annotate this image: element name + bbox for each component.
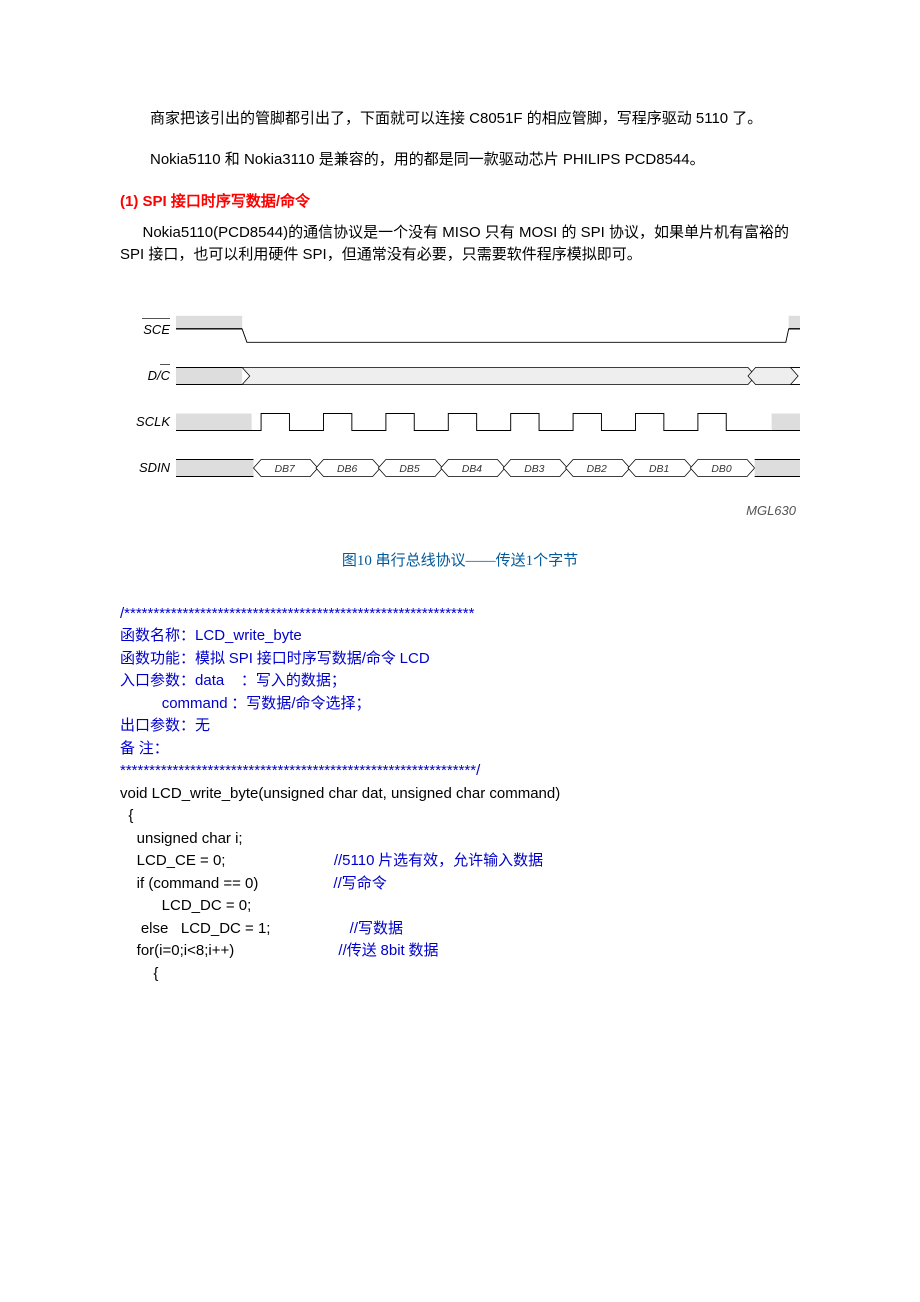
diagram-source-label: MGL630 [120,501,800,521]
code-line: unsigned char i; [120,828,800,851]
t: 写数据 [358,921,403,937]
t: 命令 [366,651,400,667]
t: SPI [229,650,253,667]
label-text: SCLK [136,414,170,429]
paragraph-3: Nokia5110(PCD8544)的通信协议是一个没有 MISO 只有 MOS… [120,222,800,267]
code-line: 入口参数：data ：写入的数据； [120,670,800,693]
t [120,695,162,712]
code-line: LCD_DC = 0; [120,895,800,918]
t: LCD_write_byte [195,627,302,644]
t: 传送 [347,943,381,959]
t: data [195,672,241,689]
signal-row-sclk: SCLK [120,399,800,445]
code-line: if (command == 0) //写命令 [120,873,800,896]
svg-text:DB1: DB1 [649,463,669,474]
signal-row-dc: D/C [120,353,800,399]
t: // [350,920,358,937]
code-line: { [120,805,800,828]
label-text: SDIN [139,460,170,475]
svg-text:DB5: DB5 [399,463,419,474]
paragraph-1: 商家把该引出的管脚都引出了，下面就可以连接 C8051F 的相应管脚，写程序驱动… [120,108,800,131]
comment-open: /***************************************… [120,603,800,626]
t: 入口参数： [120,673,195,689]
timing-diagram: SCE D/C [120,307,800,491]
code-line: LCD_CE = 0; //5110 片选有效，允许输入数据 [120,850,800,873]
t: 接口时序写数据 [253,651,362,667]
code-line: for(i=0;i<8;i++) //传送 8bit 数据 [120,940,800,963]
signal-track-sclk [176,407,800,437]
code-line: else LCD_DC = 1; //写数据 [120,918,800,941]
figure-caption: 图10 串行总线协议——传送1个字节 [120,550,800,573]
t: // [333,875,341,892]
t: command [162,695,228,712]
paragraph-2: Nokia5110 和 Nokia3110 是兼容的，用的都是同一款驱动芯片 P… [120,149,800,172]
t: // [338,942,346,959]
text: Nokia5110(PCD8544)的通信协议是一个没有 MISO 只有 MOS… [120,224,789,264]
code-line: command ：写数据/命令选择； [120,693,800,716]
svg-text:DB3: DB3 [524,463,544,474]
svg-text:DB2: DB2 [587,463,607,474]
signal-row-sce: SCE [120,307,800,353]
svg-text:DB4: DB4 [462,463,482,474]
t: 8bit [381,942,405,959]
signal-row-sdin: SDIN DB7 DB6 DB5 DB4 DB3 DB2 DB1 DB0 [120,445,800,491]
code-line: 出口参数：无 [120,715,800,738]
t: LCD [400,650,430,667]
svg-text:DB0: DB0 [711,463,731,474]
t: LCD_CE = 0; [120,852,334,869]
signal-label-sclk: SCLK [120,412,176,432]
signal-track-dc [176,361,800,391]
svg-text:DB7: DB7 [275,463,296,474]
signal-label-dc: D/C [120,366,176,386]
t: 写命令 [342,876,387,892]
t: 数据 [405,943,439,959]
code-line: void LCD_write_byte(unsigned char dat, u… [120,783,800,806]
t: 函数功能：模拟 [120,651,229,667]
t: ：写入的数据； [241,673,346,689]
t: else LCD_DC = 1; [120,920,350,937]
code-line: 函数名称：LCD_write_byte [120,625,800,648]
t: if (command == 0) [120,875,333,892]
label-text: D/C [148,368,170,383]
code-line: 函数功能：模拟 SPI 接口时序写数据/命令 LCD [120,648,800,671]
section-heading-1: (1) SPI 接口时序写数据/命令 [120,191,800,214]
signal-track-sdin: DB7 DB6 DB5 DB4 DB3 DB2 DB1 DB0 [176,453,800,483]
code-line: 备 注： [120,738,800,761]
t: ：写数据 [228,696,292,712]
t: 命令选择； [295,696,370,712]
signal-track-sce [176,315,800,345]
signal-label-sdin: SDIN [120,458,176,478]
signal-label-sce: SCE [120,320,176,340]
svg-text:DB6: DB6 [337,463,357,474]
t: //5110 [334,852,375,869]
code-block: /***************************************… [120,603,800,986]
text: Nokia5110 和 Nokia3110 是兼容的，用的都是同一款驱动芯片 P… [150,151,705,168]
t: for(i=0;i<8;i++) [120,942,338,959]
label-text: SCE [143,322,170,337]
text: 商家把该引出的管脚都引出了，下面就可以连接 C8051F 的相应管脚，写程序驱动… [150,110,762,127]
t: 函数名称： [120,628,195,644]
comment-close: ****************************************… [120,760,800,783]
code-line: { [120,963,800,986]
t: 片选有效，允许输入数据 [374,853,543,869]
